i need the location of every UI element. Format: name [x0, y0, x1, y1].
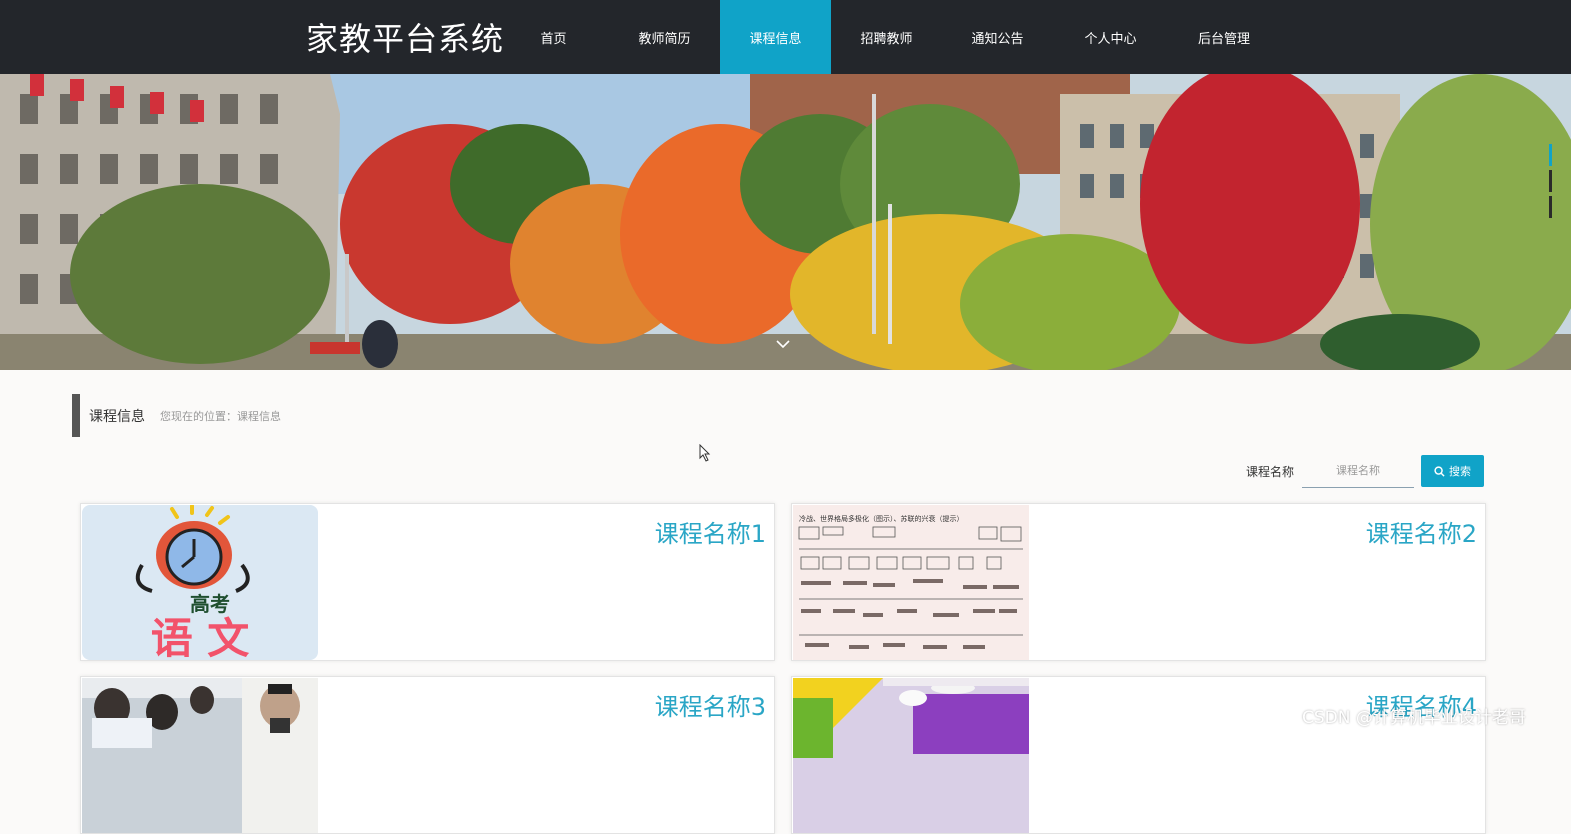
breadcrumb: 您现在的位置：课程信息	[160, 409, 281, 423]
course-card[interactable]: 课程名称4	[791, 676, 1486, 834]
course-image[interactable]	[82, 678, 318, 833]
nav-item-recruit-teacher[interactable]: 招聘教师	[831, 0, 942, 74]
svg-text:冷战、世界格局多极化（图示）、苏联的兴衰（提示）: 冷战、世界格局多极化（图示）、苏联的兴衰（提示）	[799, 514, 964, 523]
nav-item-home[interactable]: 首页	[498, 0, 609, 74]
campus-photo	[0, 74, 1571, 370]
banner-carousel[interactable]	[0, 74, 1571, 370]
course-name-search-input[interactable]	[1302, 454, 1415, 488]
nav-item-teacher-resume[interactable]: 教师简历	[609, 0, 720, 74]
course-image[interactable]: 高考 语 文	[82, 505, 318, 660]
search-button[interactable]: 搜索	[1421, 455, 1485, 487]
section-accent-bar	[72, 394, 80, 437]
course-card[interactable]: 课程名称3	[80, 676, 775, 834]
nav-item-admin[interactable]: 后台管理	[1168, 0, 1280, 74]
nav-item-personal-center[interactable]: 个人中心	[1053, 0, 1168, 74]
carousel-dot-2[interactable]	[1549, 170, 1552, 192]
nav-item-course-info[interactable]: 课程信息	[720, 0, 831, 74]
course-image[interactable]	[793, 678, 1029, 833]
svg-text:语 文: 语 文	[151, 614, 250, 660]
section-header: 课程信息 您现在的位置：课程信息	[72, 394, 281, 437]
top-nav-bar: 家教平台系统 首页 教师简历 课程信息 招聘教师 通知公告 个人中心 后台管理	[0, 0, 1571, 74]
nav-item-notices[interactable]: 通知公告	[942, 0, 1053, 74]
chevron-down-icon[interactable]	[775, 336, 791, 352]
search-button-label: 搜索	[1449, 465, 1472, 478]
course-card[interactable]: 高考 语 文 课程名称1	[80, 503, 775, 661]
watermark: CSDN @计算机毕业设计老哥	[1302, 708, 1526, 728]
site-title[interactable]: 家教平台系统	[306, 14, 504, 60]
svg-text:高考: 高考	[190, 592, 230, 616]
course-title[interactable]: 课程名称1	[655, 514, 766, 549]
search-bar: 课程名称 搜索	[1246, 454, 1485, 488]
carousel-indicators	[1549, 144, 1553, 222]
course-title[interactable]: 课程名称3	[655, 687, 766, 722]
mouse-cursor-icon	[699, 444, 711, 462]
carousel-dot-1[interactable]	[1549, 144, 1552, 166]
course-image[interactable]: 冷战、世界格局多极化（图示）、苏联的兴衰（提示）	[793, 505, 1029, 660]
course-card[interactable]: 冷战、世界格局多极化（图示）、苏联的兴衰（提示） 课程名称2	[791, 503, 1486, 661]
search-icon	[1434, 465, 1445, 477]
search-label: 课程名称	[1246, 464, 1295, 479]
course-title[interactable]: 课程名称2	[1366, 514, 1477, 549]
main-nav: 首页 教师简历 课程信息 招聘教师 通知公告 个人中心 后台管理	[498, 0, 1280, 74]
carousel-dot-3[interactable]	[1549, 196, 1552, 218]
section-title: 课程信息	[89, 408, 145, 425]
